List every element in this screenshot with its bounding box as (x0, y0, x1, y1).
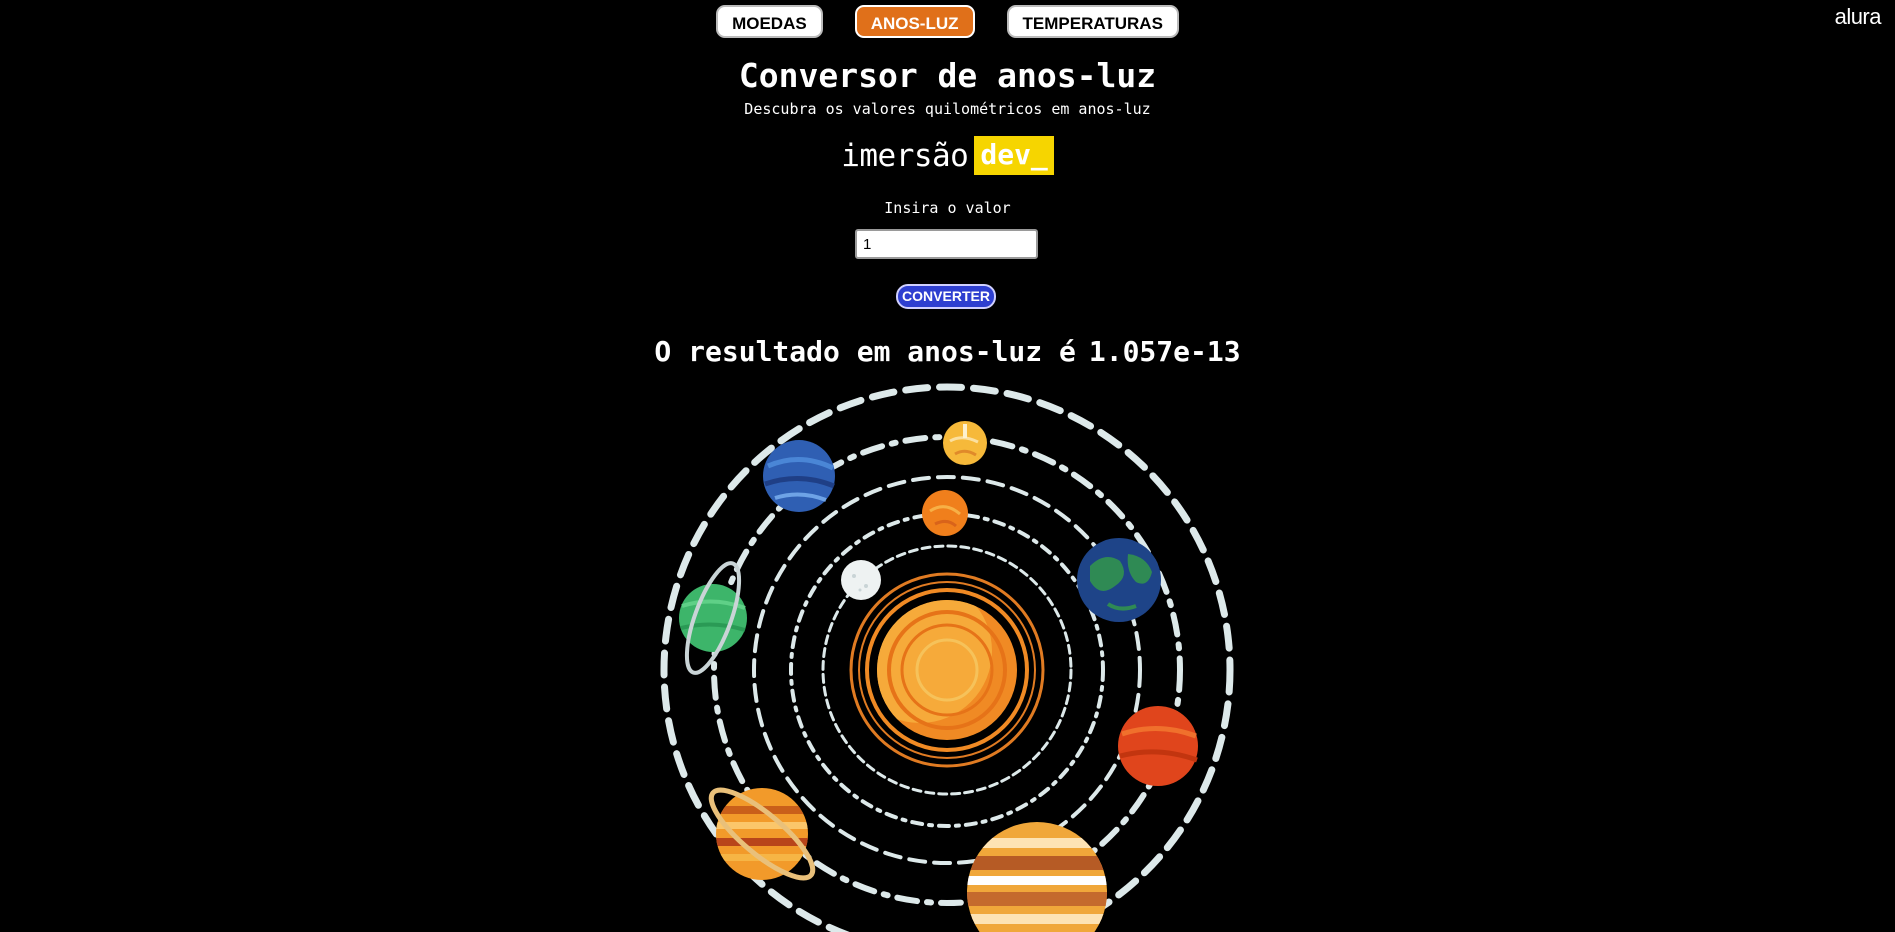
value-input[interactable] (855, 229, 1038, 259)
solar-system-illustration (660, 383, 1234, 932)
result-prefix: O resultado em anos-luz é (654, 335, 1076, 368)
alura-logo[interactable]: alura (1835, 4, 1882, 30)
convert-button[interactable]: CONVERTER (896, 284, 996, 309)
saturn-icon (708, 787, 816, 881)
brand-highlight: dev_ (974, 136, 1054, 175)
mars-icon (1118, 706, 1198, 786)
result-text: O resultado em anos-luz é 1.057e-13 (0, 335, 1895, 368)
mercury-icon (841, 560, 881, 600)
page-subtitle: Descubra os valores quilométricos em ano… (744, 100, 1151, 118)
nav-temperaturas-button[interactable]: TEMPERATURAS (1006, 5, 1179, 38)
page-title: Conversor de anos-luz (738, 56, 1157, 95)
venus-icon (922, 490, 968, 536)
nav-anos-luz-button[interactable]: ANOS-LUZ (854, 5, 975, 38)
brand-word: imersão (841, 137, 969, 174)
jupiter-icon (967, 822, 1107, 932)
neptune-icon (763, 440, 835, 512)
nav-bar: MOEDAS ANOS-LUZ TEMPERATURAS (0, 5, 1895, 38)
result-value: 1.057e-13 (1088, 335, 1241, 368)
earth-icon (1077, 538, 1161, 622)
imersao-dev-logo: imersão dev_ (0, 136, 1895, 175)
sun-icon (849, 572, 1045, 768)
input-label: Insira o valor (884, 199, 1011, 217)
nav-moedas-button[interactable]: MOEDAS (716, 5, 823, 38)
yellow-planet-icon (943, 421, 987, 465)
uranus-icon (679, 561, 747, 675)
